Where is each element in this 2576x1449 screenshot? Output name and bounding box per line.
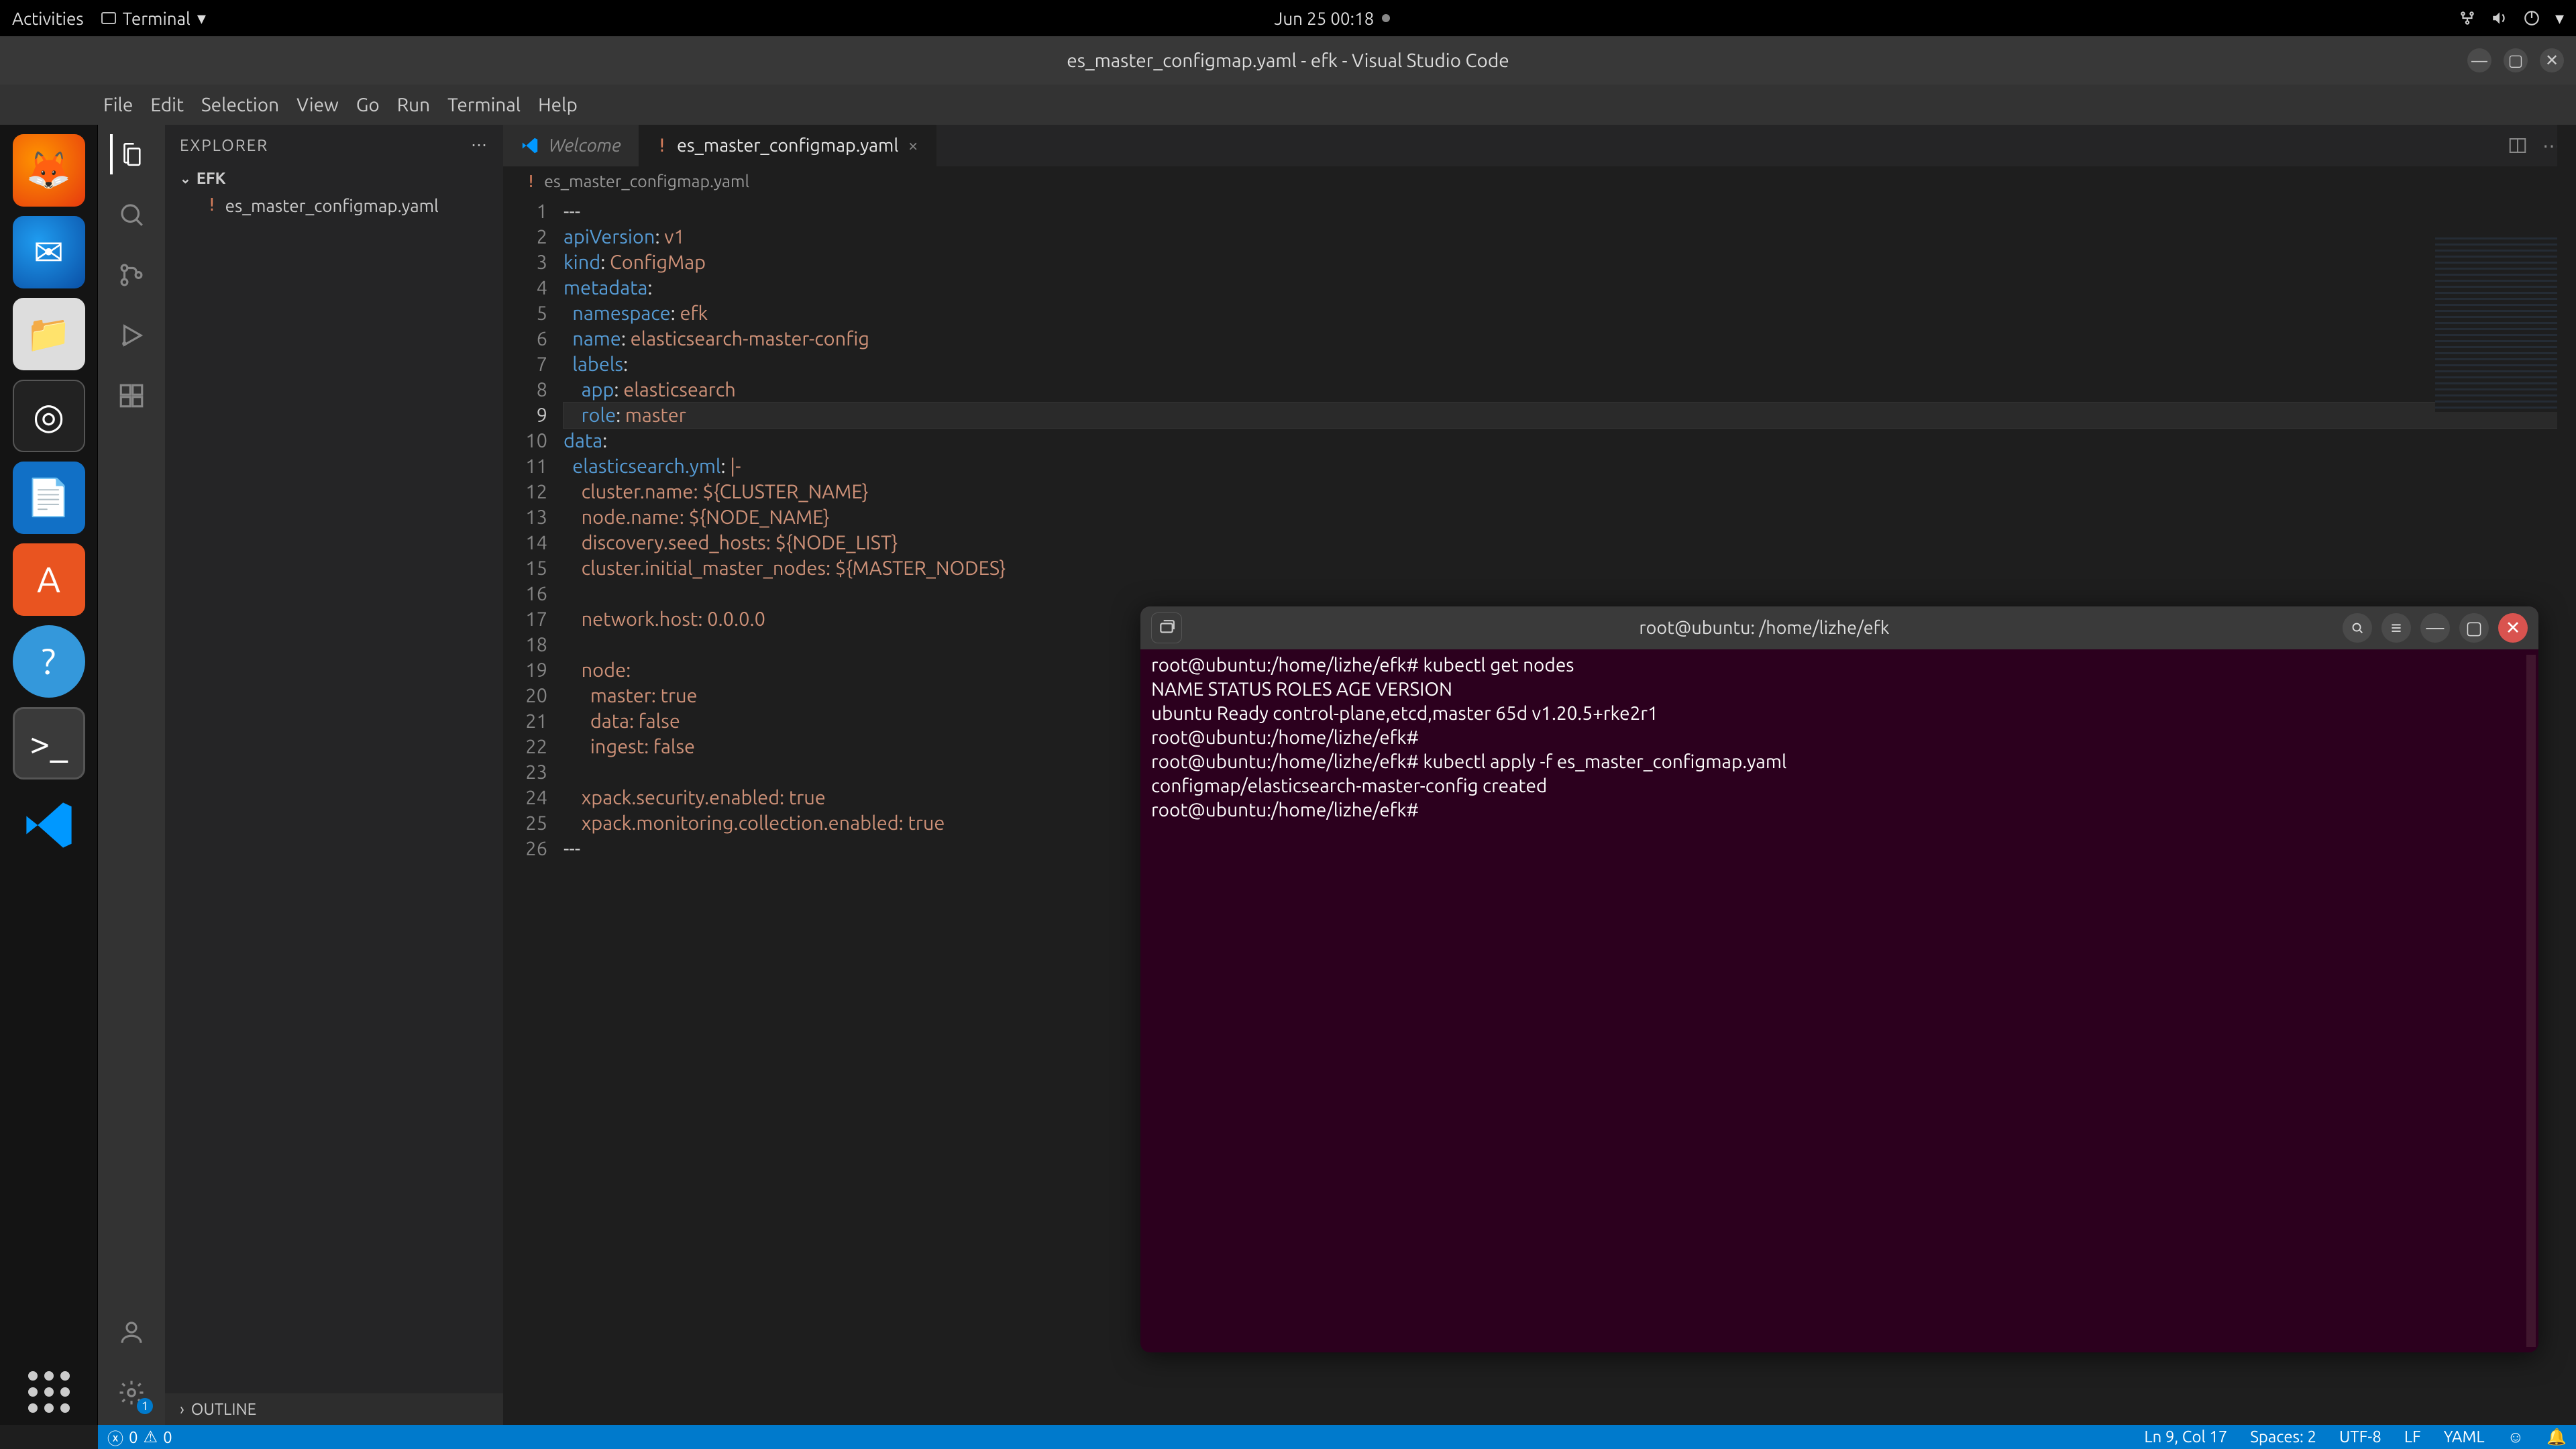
menu-run[interactable]: Run [397, 95, 430, 115]
dock-app-firefox[interactable]: 🦊 [13, 134, 85, 207]
terminal-line: root@ubuntu:/home/lizhe/efk# [1151, 726, 2528, 750]
menu-edit[interactable]: Edit [150, 95, 184, 115]
dock-app-rhythmbox[interactable]: ◎ [13, 380, 85, 452]
vscode-sidebar: EXPLORER ⋯ ⌄ EFK ! es_master_configmap.y… [165, 125, 503, 1425]
status-language[interactable]: YAML [2444, 1428, 2485, 1447]
dock-app-terminal[interactable]: >_ [13, 707, 85, 780]
dock-app-vscode[interactable] [13, 789, 85, 861]
chevron-right-icon: › [180, 1400, 184, 1418]
vscode-menubar: File Edit Selection View Go Run Terminal Help [0, 85, 2576, 125]
line-number-gutter: 1234567891011121314151617181920212223242… [503, 196, 564, 1425]
menu-file[interactable]: File [103, 95, 133, 115]
dock-app-files[interactable]: 📁 [13, 298, 85, 370]
breadcrumb[interactable]: ! es_master_configmap.yaml [503, 166, 2576, 196]
terminal-screen-icon [101, 12, 116, 24]
terminal-line: root@ubuntu:/home/lizhe/efk# [1151, 798, 2528, 822]
yaml-file-icon: ! [207, 195, 217, 215]
terminal-line: NAME STATUS ROLES AGE VERSION [1151, 678, 2528, 702]
terminal-line: ubuntu Ready control-plane,etcd,master 6… [1151, 702, 2528, 726]
settings-badge: 1 [137, 1398, 153, 1414]
minimap[interactable] [2435, 237, 2576, 412]
status-eol[interactable]: LF [2404, 1428, 2421, 1447]
terminal-titlebar: root@ubuntu: /home/lizhe/efk ≡ — ▢ ✕ [1140, 606, 2538, 649]
volume-icon[interactable] [2491, 9, 2508, 27]
window-close-button[interactable]: ✕ [2540, 48, 2564, 72]
terminal-menu-button[interactable]: ≡ [2381, 613, 2411, 643]
more-icon[interactable]: ⋯ [471, 136, 488, 154]
error-icon: ⓧ [107, 1426, 123, 1449]
window-titlebar: es_master_configmap.yaml - efk - Visual … [0, 36, 2576, 85]
explorer-header: EXPLORER ⋯ [165, 125, 503, 165]
menu-terminal[interactable]: Terminal [447, 95, 521, 115]
dock-app-writer[interactable]: 📄 [13, 462, 85, 534]
terminal-minimize-button[interactable]: — [2420, 613, 2450, 643]
terminal-search-button[interactable] [2343, 613, 2372, 643]
notification-dot-icon [1382, 14, 1390, 22]
chevron-down-icon[interactable]: ▾ [2555, 8, 2564, 29]
outline-header[interactable]: › OUTLINE [165, 1393, 503, 1425]
topbar-app-indicator[interactable]: Terminal ▾ [101, 8, 206, 29]
terminal-maximize-button[interactable]: ▢ [2459, 613, 2489, 643]
status-cursor-position[interactable]: Ln 9, Col 17 [2144, 1428, 2227, 1447]
chevron-down-icon: ⌄ [180, 170, 191, 186]
terminal-body[interactable]: root@ubuntu:/home/lizhe/efk# kubectl get… [1140, 649, 2538, 1352]
gnome-dock: 🦊 ✉ 📁 ◎ 📄 A ? >_ [0, 125, 98, 1425]
tab-welcome[interactable]: Welcome [503, 125, 639, 166]
explorer-file-item[interactable]: ! es_master_configmap.yaml [165, 191, 503, 219]
chevron-down-icon: ▾ [197, 8, 206, 29]
terminal-line: configmap/elasticsearch-master-config cr… [1151, 774, 2528, 798]
topbar-clock[interactable]: Jun 25 00:18 [1275, 9, 1375, 28]
dock-app-software[interactable]: A [13, 543, 85, 616]
network-icon[interactable] [2459, 9, 2476, 27]
status-indentation[interactable]: Spaces: 2 [2250, 1428, 2316, 1447]
menu-view[interactable]: View [297, 95, 339, 115]
dock-app-help[interactable]: ? [13, 625, 85, 698]
window-minimize-button[interactable]: — [2467, 48, 2491, 72]
tab-close-icon[interactable]: × [908, 136, 918, 156]
dock-show-applications[interactable] [28, 1371, 70, 1413]
power-icon[interactable] [2523, 9, 2540, 27]
vscode-status-bar: ⓧ0 ⚠0 Ln 9, Col 17 Spaces: 2 UTF-8 LF YA… [98, 1425, 2576, 1449]
activity-source-control-icon[interactable] [111, 255, 152, 295]
vscode-activity-bar: 1 [98, 125, 165, 1425]
status-feedback-icon[interactable]: ☺ [2508, 1428, 2524, 1447]
terminal-close-button[interactable]: ✕ [2498, 613, 2528, 643]
editor-tabs: Welcome ! es_master_configmap.yaml × ⋯ [503, 125, 2576, 166]
status-problems[interactable]: ⓧ0 ⚠0 [107, 1426, 172, 1449]
menu-selection[interactable]: Selection [201, 95, 279, 115]
window-maximize-button[interactable]: ▢ [2504, 48, 2528, 72]
explorer-root-folder[interactable]: ⌄ EFK [165, 165, 503, 191]
terminal-scrollbar[interactable] [2526, 655, 2536, 1347]
terminal-line: root@ubuntu:/home/lizhe/efk# kubectl app… [1151, 750, 2528, 774]
tab-es-master-configmap[interactable]: ! es_master_configmap.yaml × [639, 125, 936, 166]
activity-settings-icon[interactable]: 1 [111, 1373, 152, 1413]
split-editor-icon[interactable] [2508, 136, 2528, 156]
yaml-file-icon: ! [657, 136, 667, 156]
status-encoding[interactable]: UTF-8 [2339, 1428, 2381, 1447]
menu-go[interactable]: Go [356, 95, 380, 115]
dock-app-thunderbird[interactable]: ✉ [13, 216, 85, 288]
activity-explorer-icon[interactable] [110, 134, 150, 174]
gnome-topbar: Activities Terminal ▾ Jun 25 00:18 ▾ [0, 0, 2576, 36]
editor-scrollbar[interactable] [2557, 125, 2576, 1425]
warning-icon: ⚠ [144, 1428, 158, 1446]
activities-button[interactable]: Activities [12, 9, 84, 28]
menu-help[interactable]: Help [538, 95, 578, 115]
activity-extensions-icon[interactable] [111, 376, 152, 416]
activity-run-debug-icon[interactable] [111, 315, 152, 356]
gnome-terminal-window: root@ubuntu: /home/lizhe/efk ≡ — ▢ ✕ roo… [1140, 606, 2538, 1352]
yaml-file-icon: ! [526, 172, 536, 191]
terminal-new-tab-button[interactable] [1151, 612, 1182, 643]
activity-accounts-icon[interactable] [111, 1312, 152, 1352]
terminal-line: root@ubuntu:/home/lizhe/efk# kubectl get… [1151, 653, 2528, 678]
status-notifications-icon[interactable]: 🔔 [2546, 1428, 2567, 1447]
terminal-title: root@ubuntu: /home/lizhe/efk [1195, 618, 2333, 638]
window-title: es_master_configmap.yaml - efk - Visual … [1067, 50, 1509, 71]
activity-search-icon[interactable] [111, 195, 152, 235]
